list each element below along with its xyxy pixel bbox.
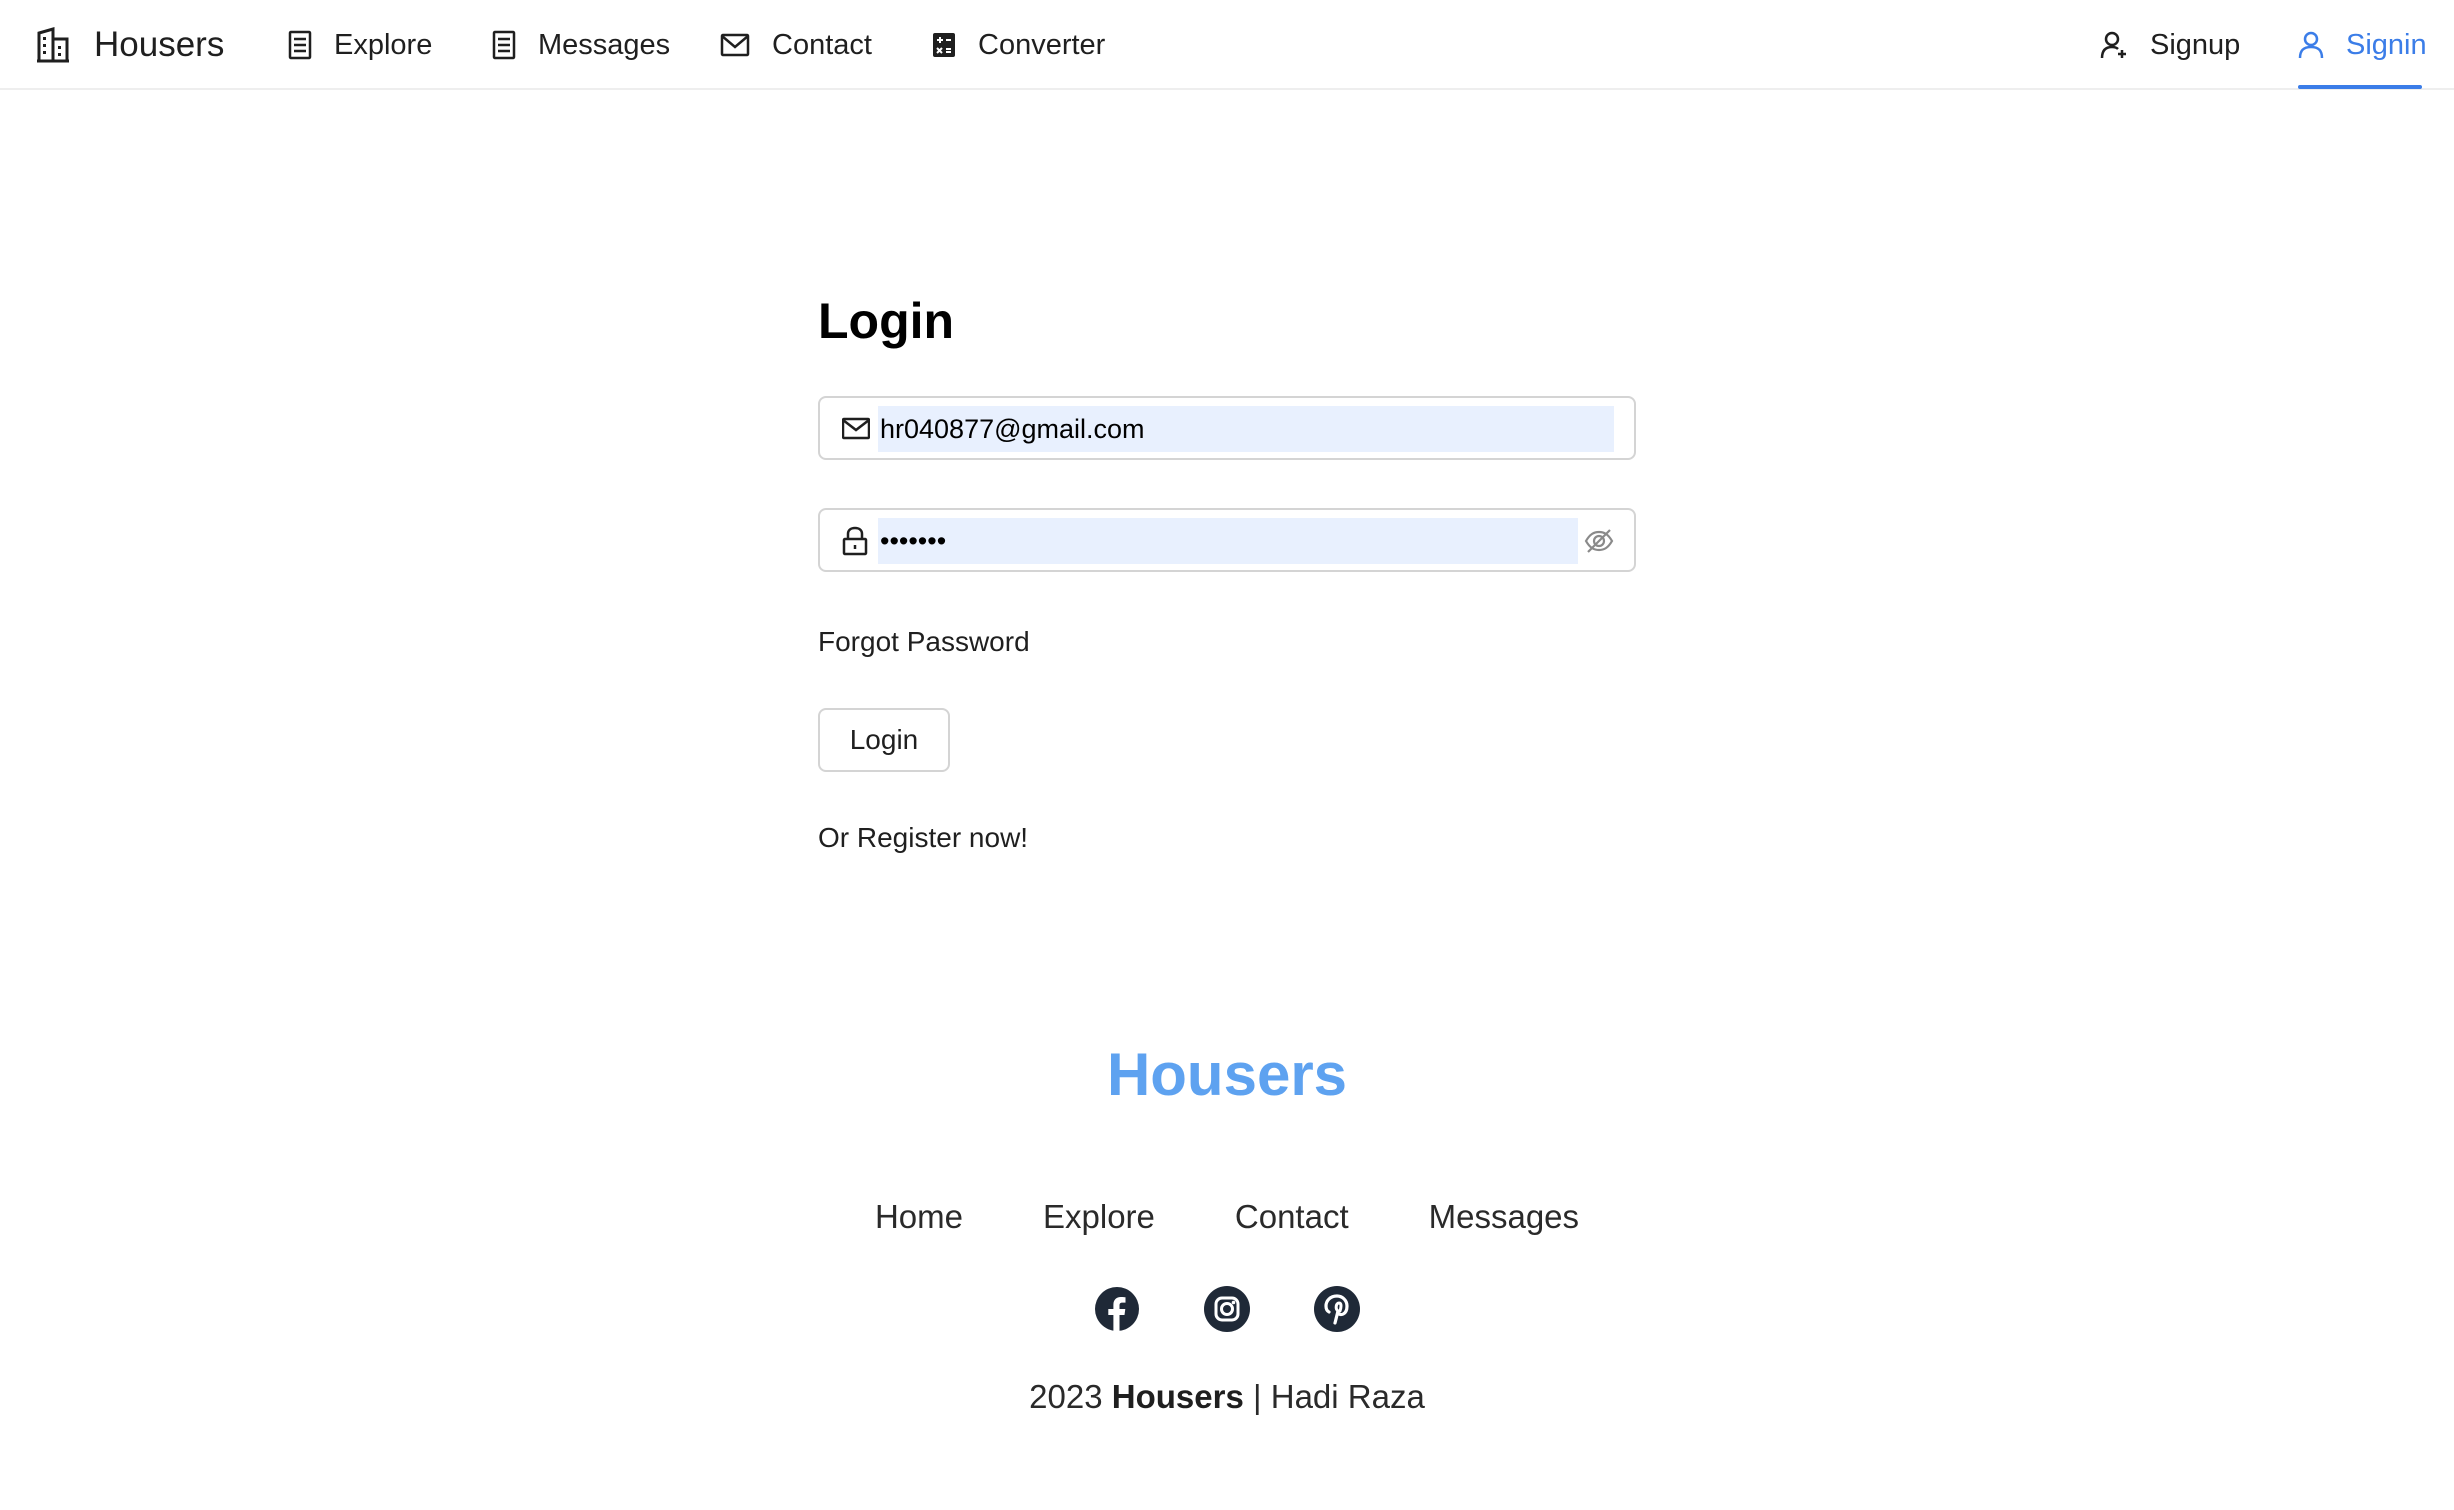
nav-item-signup[interactable]: Signup: [2100, 0, 2240, 90]
user-icon: [2298, 31, 2324, 59]
social-links: [0, 1285, 2454, 1333]
login-button[interactable]: Login: [818, 708, 950, 772]
register-link[interactable]: Or Register now!: [818, 822, 1028, 854]
footer-links: Home Explore Contact Messages: [0, 1198, 2454, 1236]
copyright-author: Hadi Raza: [1270, 1378, 1425, 1415]
nav-label-messages: Messages: [538, 28, 671, 61]
email-input[interactable]: [878, 406, 1614, 452]
nav-label-signin: Signin: [2346, 28, 2427, 61]
nav-item-explore[interactable]: Explore: [288, 0, 432, 90]
mail-icon: [720, 33, 750, 57]
active-tab-indicator: [2298, 85, 2422, 89]
forgot-password-link[interactable]: Forgot Password: [818, 626, 1030, 658]
instagram-icon[interactable]: [1203, 1285, 1251, 1333]
footer-link-home[interactable]: Home: [875, 1198, 963, 1236]
lock-icon: [842, 526, 868, 556]
list-icon: [288, 30, 312, 60]
brand-name: Housers: [94, 25, 225, 64]
user-plus-icon: [2100, 31, 2126, 59]
nav-label-explore: Explore: [334, 28, 433, 61]
copyright-brand: Housers: [1111, 1378, 1244, 1415]
nav-item-signin[interactable]: Signin: [2298, 0, 2427, 90]
footer-link-messages[interactable]: Messages: [1429, 1198, 1579, 1236]
calculator-icon: [933, 33, 955, 57]
footer-brand: Housers: [1106, 1041, 1348, 1108]
copyright: 2023 Housers | Hadi Raza: [0, 1378, 2454, 1416]
nav-label-converter: Converter: [978, 28, 1106, 61]
nav-label-contact: Contact: [772, 28, 872, 61]
footer-link-explore[interactable]: Explore: [1043, 1198, 1155, 1236]
mail-icon: [842, 417, 870, 440]
pinterest-icon[interactable]: [1313, 1285, 1361, 1333]
building-icon: [37, 27, 69, 63]
footer-link-contact[interactable]: Contact: [1235, 1198, 1349, 1236]
brand-link[interactable]: Housers: [36, 0, 224, 90]
password-input[interactable]: [878, 518, 1578, 564]
nav-item-contact[interactable]: Contact: [720, 0, 872, 90]
email-field: [818, 396, 1636, 460]
top-navbar: Housers Explore Messages Contact Convert…: [0, 0, 2454, 90]
list-icon: [492, 30, 516, 60]
nav-label-signup: Signup: [2150, 28, 2241, 61]
copyright-year: 2023: [1029, 1378, 1103, 1415]
password-field: [818, 508, 1636, 572]
facebook-icon[interactable]: [1093, 1285, 1141, 1333]
page-title: Login: [818, 293, 955, 349]
copyright-separator: |: [1253, 1378, 1262, 1415]
nav-item-converter[interactable]: Converter: [932, 0, 1105, 90]
eye-off-icon[interactable]: [1584, 526, 1614, 556]
nav-item-messages[interactable]: Messages: [492, 0, 670, 90]
